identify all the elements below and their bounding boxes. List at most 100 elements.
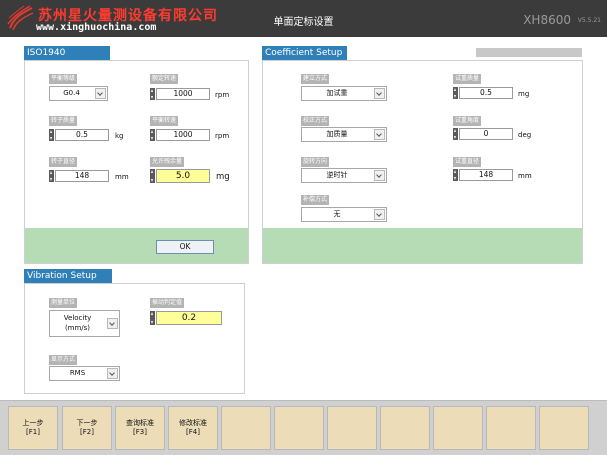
trial-mass-input[interactable]: 0.5: [453, 87, 513, 99]
next-step-button[interactable]: 下一步 [F2]: [62, 406, 112, 450]
modify-standard-button[interactable]: 修改标准 [F4]: [168, 406, 218, 450]
spinner-icon[interactable]: [49, 129, 54, 141]
rotation-direction-value: 逆时针: [326, 171, 348, 179]
measure-unit-value-line1: Velocity: [63, 314, 92, 322]
spinner-icon[interactable]: [150, 129, 155, 141]
chevron-down-icon[interactable]: [374, 88, 385, 99]
display-mode-label: 显示方式: [49, 355, 78, 365]
rotor-mass-unit: kg: [115, 132, 124, 140]
setup-method-dropdown[interactable]: 加试重: [301, 86, 387, 101]
measure-unit-value-line2: (mm/s): [64, 324, 91, 332]
coef-section-title: Coefficient Setup: [262, 46, 347, 60]
ok-button[interactable]: OK: [156, 240, 214, 254]
trial-angle-value[interactable]: 0: [459, 128, 513, 140]
spinner-icon[interactable]: [453, 169, 458, 181]
main-content: ISO1940 Standard 平衡等级 G0.4 额定转速 1000 rpm…: [0, 37, 607, 400]
prev-step-label: 上一步: [22, 419, 44, 427]
rotor-diameter-label: 转子直径: [49, 157, 78, 167]
vibration-threshold-label: 振动判定值: [150, 298, 185, 308]
rotor-diameter-input[interactable]: 148: [49, 170, 109, 182]
trial-mass-label: 试重质量: [453, 74, 482, 84]
coef-panel-footer: [263, 228, 582, 263]
rotor-mass-value[interactable]: 0.5: [55, 129, 109, 141]
chevron-down-icon[interactable]: [374, 129, 385, 140]
query-standard-key: [F3]: [133, 428, 147, 436]
trial-angle-input[interactable]: 0: [453, 128, 513, 140]
allowed-residual-label: 允许残余量: [150, 157, 185, 167]
empty-function-key[interactable]: [274, 406, 324, 450]
rotor-diameter-value[interactable]: 148: [55, 170, 109, 182]
spinner-icon[interactable]: [453, 128, 458, 140]
empty-function-key[interactable]: [433, 406, 483, 450]
allowed-residual-input[interactable]: 5.0: [150, 169, 210, 183]
allowed-residual-value[interactable]: 5.0: [156, 169, 210, 183]
balance-grade-dropdown[interactable]: G0.4: [49, 86, 108, 101]
rotor-diameter-unit: mm: [115, 173, 129, 181]
balance-speed-label: 平衡转速: [150, 116, 179, 126]
empty-function-key[interactable]: [380, 406, 430, 450]
status-bar: [476, 48, 582, 57]
rotation-direction-dropdown[interactable]: 逆时针: [301, 168, 387, 183]
iso-panel: 平衡等级 G0.4 额定转速 1000 rpm 转子质量 0.5 kg 平衡转速…: [24, 60, 249, 264]
trial-angle-label: 试重角度: [453, 116, 482, 126]
spinner-icon[interactable]: [150, 169, 155, 183]
query-standard-label: 查询标准: [126, 419, 154, 427]
empty-function-key[interactable]: [221, 406, 271, 450]
measure-unit-label: 测量单位: [49, 298, 78, 308]
vibration-section-title: Vibration Setup: [24, 269, 112, 283]
correction-method-label: 校正方式: [301, 116, 330, 126]
empty-function-key[interactable]: [539, 406, 589, 450]
measure-unit-dropdown[interactable]: Velocity (mm/s): [49, 310, 120, 337]
trial-mass-unit: mg: [518, 90, 530, 98]
chevron-down-icon[interactable]: [95, 88, 106, 99]
balance-speed-unit: rpm: [215, 132, 230, 140]
rated-speed-label: 额定转速: [150, 74, 179, 84]
balance-speed-value[interactable]: 1000: [156, 129, 210, 141]
query-standard-button[interactable]: 查询标准 [F3]: [115, 406, 165, 450]
rated-speed-value[interactable]: 1000: [156, 88, 210, 100]
display-mode-dropdown[interactable]: RMS: [49, 366, 120, 381]
setup-method-label: 建立方式: [301, 74, 330, 84]
title-bar: 苏州星火量测设备有限公司 www.xinghuochina.com 单面定标设置…: [0, 0, 607, 37]
empty-function-key[interactable]: [327, 406, 377, 450]
spinner-icon[interactable]: [49, 170, 54, 182]
vibration-threshold-input[interactable]: 0.2: [150, 311, 222, 325]
prev-step-button[interactable]: 上一步 [F1]: [8, 406, 58, 450]
compensation-method-label: 补偿方式: [301, 195, 330, 205]
rated-speed-unit: rpm: [215, 91, 230, 99]
balance-speed-input[interactable]: 1000: [150, 129, 210, 141]
iso-section-title: ISO1940 Standard: [24, 46, 110, 72]
iso-panel-footer: OK: [25, 228, 248, 263]
function-key-bar: 上一步 [F1] 下一步 [F2] 查询标准 [F3] 修改标准 [F4]: [0, 400, 607, 455]
correction-method-dropdown[interactable]: 加质量: [301, 127, 387, 142]
chevron-down-icon[interactable]: [374, 209, 385, 220]
modify-standard-label: 修改标准: [179, 419, 207, 427]
rated-speed-input[interactable]: 1000: [150, 88, 210, 100]
trial-diameter-input[interactable]: 148: [453, 169, 513, 181]
display-mode-value: RMS: [69, 369, 86, 377]
chevron-down-icon[interactable]: [374, 170, 385, 181]
balance-grade-label: 平衡等级: [49, 74, 78, 84]
correction-method-value: 加质量: [326, 130, 348, 138]
next-step-label: 下一步: [76, 419, 98, 427]
next-step-key: [F2]: [80, 428, 94, 436]
trial-diameter-value[interactable]: 148: [459, 169, 513, 181]
modify-standard-key: [F4]: [186, 428, 200, 436]
compensation-method-dropdown[interactable]: 无: [301, 207, 387, 222]
chevron-down-icon[interactable]: [107, 318, 118, 329]
spinner-icon[interactable]: [453, 87, 458, 99]
rotation-direction-label: 旋转方向: [301, 157, 330, 167]
trial-mass-value[interactable]: 0.5: [459, 87, 513, 99]
spinner-icon[interactable]: [150, 88, 155, 100]
setup-method-value: 加试重: [326, 89, 348, 97]
empty-function-key[interactable]: [486, 406, 536, 450]
vibration-threshold-value[interactable]: 0.2: [156, 311, 222, 325]
rotor-mass-label: 转子质量: [49, 116, 78, 126]
page-title: 单面定标设置: [273, 17, 334, 28]
allowed-residual-unit: mg: [216, 172, 230, 182]
chevron-down-icon[interactable]: [107, 368, 118, 379]
balance-grade-value: G0.4: [63, 89, 80, 97]
spinner-icon[interactable]: [150, 311, 155, 325]
version-number: V5.5.21: [577, 17, 601, 24]
rotor-mass-input[interactable]: 0.5: [49, 129, 109, 141]
